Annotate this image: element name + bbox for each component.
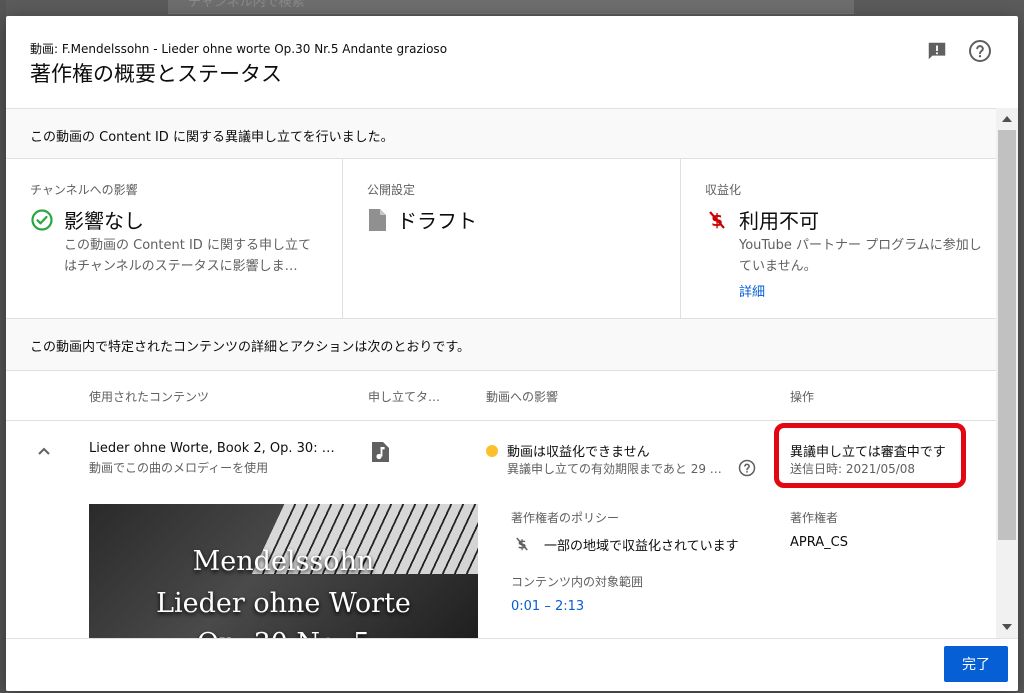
content-section-intro-text: この動画内で特定されたコンテンツの詳細とアクションは次のとおりです。 <box>30 340 471 355</box>
scroll-thumb[interactable] <box>998 130 1016 540</box>
collapse-chevron-icon[interactable] <box>34 441 54 461</box>
check-circle-icon <box>31 208 53 231</box>
dispute-notice-text: この動画の Content ID に関する異議申し立てを行いました。 <box>30 130 394 145</box>
policy-label: 著作権者のポリシー <box>511 511 620 525</box>
content-section-intro: この動画内で特定されたコンテンツの詳細とアクションは次のとおりです。 <box>6 319 996 371</box>
done-button[interactable]: 完了 <box>944 646 1008 682</box>
monetization-label: 収益化 <box>705 183 742 197</box>
action-status: 異議申し立ては審査中です <box>790 445 946 460</box>
owner-label: 著作権者 <box>790 511 839 525</box>
visibility-value-row: ドラフト <box>367 205 477 234</box>
table-row: Lieder ohne Worte, Book 2, Op. 30: No...… <box>6 421 996 638</box>
header-content: 使用されたコンテンツ <box>89 390 210 404</box>
channel-impact-card: チャンネルへの影響 影響なし この動画の Content ID に関する申し立て… <box>6 159 342 319</box>
backdrop-search-bar: チャンネル内で検索 <box>168 0 854 14</box>
header-claim-type: 申し立てタ… <box>368 390 441 404</box>
dialog-footer: 完了 <box>6 638 1018 691</box>
visibility-card: 公開設定 ドラフト <box>342 159 680 319</box>
content-table-header: 使用されたコンテンツ 申し立てタ… 動画への影響 操作 <box>6 371 996 421</box>
monetization-details-link[interactable]: 詳細 <box>739 281 765 300</box>
scroll-up-arrow[interactable] <box>1002 116 1012 122</box>
dialog-content[interactable]: この動画の Content ID に関する異議申し立てを行いました。 チャンネル… <box>6 108 996 638</box>
channel-impact-value-row: 影響なし <box>30 205 144 234</box>
range-value[interactable]: 0:01 – 2:13 <box>511 599 584 614</box>
visibility-label: 公開設定 <box>367 183 416 197</box>
channel-impact-label: チャンネルへの影響 <box>30 183 138 197</box>
monetization-value: 利用不可 <box>739 209 819 233</box>
header-impact: 動画への影響 <box>486 390 559 404</box>
thumbnail-line-1: Mendelssohn <box>192 546 375 577</box>
status-cards: チャンネルへの影響 影響なし この動画の Content ID に関する申し立て… <box>6 159 996 319</box>
video-title: 動画: F.Mendelssohn - Lieder ohne worte Op… <box>30 42 448 56</box>
monetization-value-row: $ 利用不可 <box>705 205 819 234</box>
thumbnail-line-3: Op. 30 No. 5 <box>89 628 478 638</box>
thumbnail-line-2: Lieder ohne Worte <box>156 588 411 619</box>
impact-status-dot <box>486 445 498 457</box>
content-usage: 動画でこの曲のメロディーを使用 <box>89 461 269 475</box>
visibility-value: ドラフト <box>397 209 477 233</box>
dispute-notice: この動画の Content ID に関する異議申し立てを行いました。 <box>6 109 996 159</box>
dialog-header: 動画: F.Mendelssohn - Lieder ohne worte Op… <box>6 16 1018 108</box>
channel-impact-value: 影響なし <box>64 209 144 233</box>
monetization-card: 収益化 $ 利用不可 YouTube パートナー プログラムに参加していません。… <box>680 159 996 319</box>
document-icon <box>369 208 386 231</box>
dialog-scrollbar[interactable] <box>996 108 1018 638</box>
monetized-regions-icon: $ <box>516 538 528 553</box>
feedback-icon[interactable] <box>924 38 950 64</box>
header-action: 操作 <box>790 390 815 404</box>
scroll-down-arrow[interactable] <box>1002 624 1012 630</box>
owner-value: APRA_CS <box>790 535 848 550</box>
no-money-icon: $ <box>709 211 725 231</box>
channel-impact-description: この動画の Content ID に関する申し立てはチャンネルのステータスに影響… <box>64 238 311 274</box>
content-thumbnail: Mendelssohn Lieder ohne Worte Op. 30 No.… <box>89 504 478 638</box>
range-label: コンテンツ内の対象範囲 <box>511 575 644 589</box>
music-note-icon <box>372 442 389 462</box>
action-submitted-date: 送信日時: 2021/05/08 <box>790 462 916 476</box>
policy-value: 一部の地域で収益化されています <box>544 539 739 554</box>
content-title[interactable]: Lieder ohne Worte, Book 2, Op. 30: No...… <box>89 441 339 456</box>
help-icon[interactable] <box>967 38 993 64</box>
impact-deadline: 異議申し立ての有効期限まであと 29 … <box>507 462 722 476</box>
backdrop-search-placeholder: チャンネル内で検索 <box>188 0 305 10</box>
impact-title: 動画は収益化できません <box>507 445 650 460</box>
monetization-description: YouTube パートナー プログラムに参加していません。 <box>739 238 982 274</box>
help-icon[interactable] <box>738 459 756 477</box>
copyright-dialog: 動画: F.Mendelssohn - Lieder ohne worte Op… <box>6 16 1018 691</box>
dialog-title: 著作権の概要とステータス <box>30 62 282 86</box>
